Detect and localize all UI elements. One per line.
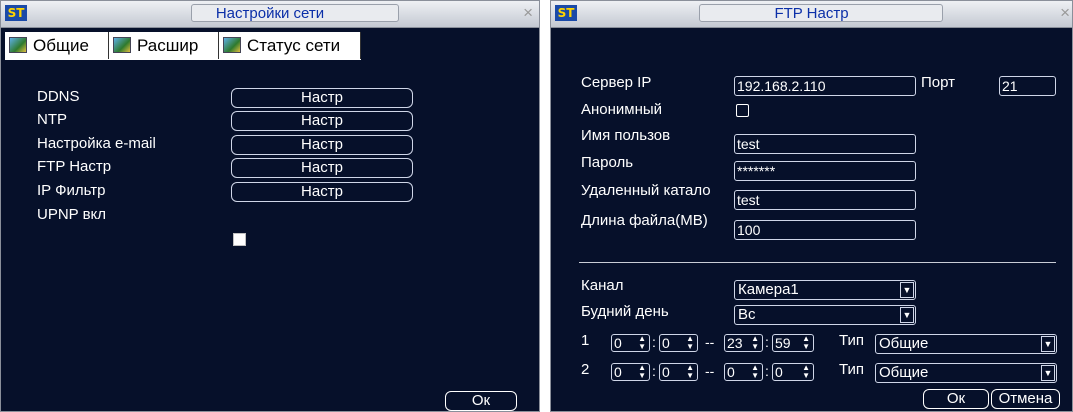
- spinner-value: 59: [775, 335, 791, 351]
- landscape-icon: [223, 37, 241, 53]
- type-value: Общие: [879, 335, 929, 352]
- ok-button[interactable]: Ок: [923, 389, 989, 409]
- ddns-label: DDNS: [37, 88, 80, 105]
- end-minute-spinner[interactable]: 0 ▲ ▼: [772, 363, 814, 381]
- end-hour-spinner[interactable]: 23 ▲ ▼: [724, 334, 763, 352]
- time-colon: :: [765, 363, 769, 379]
- schedule-index: 1: [581, 332, 590, 349]
- anonymous-label: Анонимный: [581, 101, 663, 118]
- window-title: FTP Настр: [774, 5, 849, 22]
- chevron-down-icon[interactable]: ▼: [1041, 336, 1055, 352]
- ftp-label: FTP Настр: [37, 158, 112, 175]
- window-title: Настройки сети: [215, 5, 325, 22]
- tab-label: Общие: [33, 36, 89, 55]
- remote-dir-label: Удаленный катало: [581, 182, 711, 199]
- landscape-icon: [113, 37, 131, 53]
- weekday-label: Будний день: [581, 303, 669, 320]
- server-ip-input[interactable]: 192.168.2.110: [734, 76, 916, 96]
- time-dash: --: [705, 334, 715, 350]
- tab-label: Расшир: [137, 36, 199, 55]
- tab-underline: [5, 59, 361, 60]
- email-setup-button[interactable]: Настр: [231, 135, 413, 155]
- time-colon: :: [652, 363, 656, 379]
- ntp-label: NTP: [37, 111, 67, 128]
- port-label: Порт: [921, 74, 956, 91]
- close-icon[interactable]: ×: [523, 3, 533, 23]
- time-colon: :: [652, 334, 656, 350]
- upnp-label: UPNP вкл: [37, 206, 107, 223]
- spin-arrows-icon[interactable]: ▲ ▼: [802, 335, 810, 351]
- ddns-setup-button[interactable]: Настр: [231, 88, 413, 108]
- file-length-input[interactable]: 100: [734, 220, 916, 240]
- network-settings-window: ST Настройки сети × Общие Расшир Статус …: [0, 0, 540, 412]
- spin-arrows-icon[interactable]: ▲ ▼: [686, 335, 694, 351]
- type-label: Тип: [839, 361, 865, 378]
- chevron-down-icon[interactable]: ▼: [900, 282, 914, 298]
- server-ip-label: Сервер IP: [581, 74, 652, 91]
- type-value: Общие: [879, 364, 929, 381]
- ip-filter-setup-button[interactable]: Настр: [231, 182, 413, 202]
- tab-general[interactable]: Общие: [5, 32, 109, 59]
- remote-dir-input[interactable]: test: [734, 190, 916, 210]
- spin-arrows-icon[interactable]: ▲ ▼: [802, 364, 810, 380]
- upnp-checkbox[interactable]: [233, 233, 246, 246]
- spin-arrows-icon[interactable]: ▲ ▼: [751, 335, 759, 351]
- start-hour-spinner[interactable]: 0 ▲ ▼: [611, 334, 650, 352]
- channel-label: Канал: [581, 277, 624, 294]
- spinner-value: 0: [775, 364, 783, 380]
- password-input[interactable]: *******: [734, 161, 916, 181]
- spin-arrows-icon[interactable]: ▲ ▼: [638, 364, 646, 380]
- title-bar: ST FTP Настр ×: [551, 1, 1072, 28]
- ftp-setup-button[interactable]: Настр: [231, 158, 413, 178]
- end-minute-spinner[interactable]: 59 ▲ ▼: [772, 334, 814, 352]
- start-hour-spinner[interactable]: 0 ▲ ▼: [611, 363, 650, 381]
- spinner-value: 0: [662, 364, 670, 380]
- type-select[interactable]: Общие ▼: [875, 334, 1057, 354]
- start-minute-spinner[interactable]: 0 ▲ ▼: [659, 363, 698, 381]
- close-icon[interactable]: ×: [1060, 3, 1070, 23]
- tab-network-status[interactable]: Статус сети: [219, 32, 361, 59]
- chevron-down-icon[interactable]: ▼: [1041, 365, 1055, 381]
- spinner-value: 23: [727, 335, 743, 351]
- type-label: Тип: [839, 332, 865, 349]
- landscape-icon: [9, 37, 27, 53]
- password-label: Пароль: [581, 154, 634, 171]
- ok-button[interactable]: Ок: [445, 391, 517, 411]
- schedule-index: 2: [581, 361, 590, 378]
- chevron-down-icon[interactable]: ▼: [900, 307, 914, 323]
- ftp-settings-window: ST FTP Настр × Сервер IP 192.168.2.110 П…: [550, 0, 1073, 412]
- spinner-value: 0: [662, 335, 670, 351]
- title-bar: ST Настройки сети ×: [1, 1, 539, 28]
- divider: [579, 262, 1056, 263]
- tab-label: Статус сети: [247, 36, 341, 55]
- spinner-value: 0: [614, 364, 622, 380]
- channel-value: Камера1: [738, 281, 799, 298]
- ntp-setup-button[interactable]: Настр: [231, 111, 413, 131]
- start-minute-spinner[interactable]: 0 ▲ ▼: [659, 334, 698, 352]
- weekday-value: Вс: [738, 306, 756, 323]
- username-label: Имя пользов: [581, 127, 671, 144]
- file-length-label: Длина файла(MB): [581, 212, 708, 229]
- time-colon: :: [765, 334, 769, 350]
- tab-advanced[interactable]: Расшир: [109, 32, 219, 59]
- email-label: Настройка e-mail: [37, 135, 156, 152]
- spinner-value: 0: [727, 364, 735, 380]
- spin-arrows-icon[interactable]: ▲ ▼: [751, 364, 759, 380]
- weekday-select[interactable]: Вс ▼: [734, 305, 916, 325]
- spin-arrows-icon[interactable]: ▲ ▼: [638, 335, 646, 351]
- anonymous-checkbox[interactable]: [736, 104, 749, 117]
- port-input[interactable]: 21: [999, 76, 1056, 96]
- type-select[interactable]: Общие ▼: [875, 363, 1057, 383]
- spinner-value: 0: [614, 335, 622, 351]
- ip-filter-label: IP Фильтр: [37, 182, 106, 199]
- spin-arrows-icon[interactable]: ▲ ▼: [686, 364, 694, 380]
- username-input[interactable]: test: [734, 134, 916, 154]
- end-hour-spinner[interactable]: 0 ▲ ▼: [724, 363, 763, 381]
- time-dash: --: [705, 363, 715, 379]
- cancel-button[interactable]: Отмена: [991, 389, 1060, 409]
- channel-select[interactable]: Камера1 ▼: [734, 280, 916, 300]
